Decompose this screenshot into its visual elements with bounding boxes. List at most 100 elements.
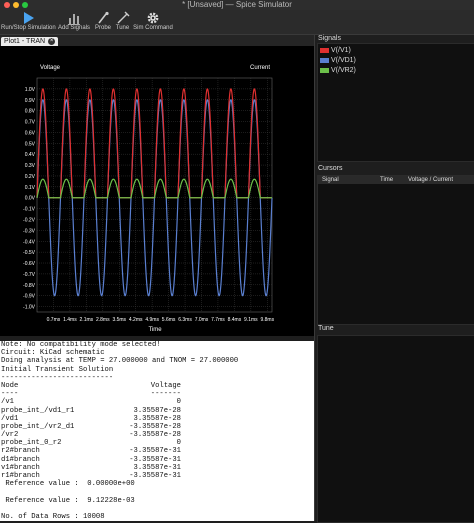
signal-color-swatch xyxy=(320,47,329,53)
right-axis-label: Current xyxy=(250,65,270,71)
signal-name: V(/VR2) xyxy=(331,67,356,74)
plot-tab-bar: Plot1 - TRAN × xyxy=(0,35,314,46)
console-node-value: 3.35587e-28 xyxy=(133,414,181,423)
cursors-panel-title: Cursors xyxy=(318,165,343,172)
cursor-col-signal[interactable]: Signal xyxy=(322,176,339,184)
play-icon xyxy=(24,12,34,24)
console-node-value: Voltage xyxy=(150,381,181,390)
x-tick-label: 9.1ms xyxy=(244,317,258,323)
sim-command-label: Sim Command xyxy=(133,25,173,31)
signals-list[interactable]: V(/V1) V(/VD1) V(/VR2) xyxy=(317,43,474,162)
y-tick-label: 0.4V xyxy=(25,152,36,158)
console-table-row: Node Voltage xyxy=(0,382,314,390)
y-tick-label: 0.0V xyxy=(25,196,36,202)
x-tick-label: 5.6ms xyxy=(162,317,176,323)
y-tick-labels: 1.0V 0.9V 0.8V 0.7V 0.6V 0.5V 0.4V 0.3V 0.2V 0.1V… xyxy=(23,87,36,311)
x-tick-label: 0.7ms xyxy=(47,317,61,323)
console-node-value: 3.35587e-31 xyxy=(133,463,181,472)
y-tick-label: -0.9V xyxy=(23,294,36,300)
x-tick-label: 7.0ms xyxy=(195,317,209,323)
toolbar: Run/Stop Simulation Add Signals Probe Tu… xyxy=(0,10,474,35)
y-tick-label: 0.6V xyxy=(25,130,36,136)
y-tick-label: -0.7V xyxy=(23,272,36,278)
console-node-value: -3.35587e-31 xyxy=(129,447,181,456)
console-node-value: 0 xyxy=(176,398,181,407)
console-node-value: -3.35587e-28 xyxy=(129,422,181,431)
signal-item-v1[interactable]: V(/V1) xyxy=(320,46,351,55)
gear-icon xyxy=(147,12,159,24)
cursor-col-time[interactable]: Time xyxy=(380,176,393,184)
sim-command-button[interactable]: Sim Command xyxy=(133,11,173,33)
x-axis-label: Time xyxy=(148,327,162,333)
x-tick-label: 2.8ms xyxy=(96,317,110,323)
run-stop-simulation-button[interactable]: Run/Stop Simulation xyxy=(1,11,56,33)
y-tick-label: 0.7V xyxy=(25,120,36,126)
console-table-row: d1#branch -3.35587e-31 xyxy=(0,456,314,464)
x-tick-label: 4.2ms xyxy=(129,317,143,323)
tune-panel-title: Tune xyxy=(318,325,334,332)
tab-label: Plot1 - TRAN xyxy=(4,38,46,45)
signal-item-vd1[interactable]: V(/VD1) xyxy=(320,56,356,65)
run-stop-label: Run/Stop Simulation xyxy=(1,25,56,31)
console-table-row: r1#branch -3.35587e-31 xyxy=(0,472,314,480)
y-tick-label: 0.1V xyxy=(25,185,36,191)
close-tab-icon[interactable]: × xyxy=(48,38,56,45)
signal-item-vr2[interactable]: V(/VR2) xyxy=(320,66,356,75)
simulation-console[interactable]: Note: No compatibility mode selected! Ci… xyxy=(0,341,314,521)
y-tick-label: -0.8V xyxy=(23,283,36,289)
y-tick-label: 0.3V xyxy=(25,163,36,169)
series-line-vv1 xyxy=(36,88,272,199)
console-line: Reference value : 9.12228e-03 xyxy=(1,496,135,505)
y-tick-label: -0.4V xyxy=(23,239,36,245)
y-tick-label: -0.5V xyxy=(23,250,36,256)
y-tick-label: -0.1V xyxy=(23,207,36,213)
console-table-row: probe_int_0_r2 0 xyxy=(0,439,314,447)
plot-area[interactable]: 1.0V 0.9V 0.8V 0.7V 0.6V 0.5V 0.4V 0.3V 0.2V 0.1V… xyxy=(0,46,314,336)
console-line: Reference value : 0.00000e+00 xyxy=(1,480,135,489)
console-node-value: -3.35587e-31 xyxy=(129,472,181,480)
cursors-table-header: Signal Time Voltage / Current xyxy=(318,176,474,184)
y-tick-label: -1.0V xyxy=(23,305,36,311)
console-line: Circuit: KiCad schematic xyxy=(1,349,105,358)
console-line: Initial Transient Solution xyxy=(1,365,114,374)
console-table-row: ---- ------- xyxy=(0,390,314,398)
x-tick-label: 8.4ms xyxy=(228,317,242,323)
y-tick-label: 1.0V xyxy=(25,87,36,93)
y-tick-label: 0.2V xyxy=(25,174,36,180)
x-tick-label: 1.4ms xyxy=(63,317,77,323)
add-signals-icon xyxy=(68,14,80,25)
signal-color-swatch xyxy=(320,67,329,73)
cursors-table[interactable]: Signal Time Voltage / Current xyxy=(317,175,474,325)
console-node-value: 0 xyxy=(176,439,181,448)
tune-button[interactable]: Tune xyxy=(114,11,131,33)
y-tick-label: -0.3V xyxy=(23,228,36,234)
console-table-row: /v1 0 xyxy=(0,398,314,406)
probe-label: Probe xyxy=(94,25,111,31)
console-node-value: ------- xyxy=(150,390,181,399)
signal-name: V(/V1) xyxy=(331,47,351,54)
window-title: * [Unsaved] — Spice Simulator xyxy=(182,0,292,9)
cursor-col-voltage-current[interactable]: Voltage / Current xyxy=(408,176,453,184)
tab-plot1-tran[interactable]: Plot1 - TRAN × xyxy=(1,37,59,46)
x-tick-label: 7.7ms xyxy=(211,317,225,323)
console-table-row: probe_int_/vd1_r1 3.35587e-28 xyxy=(0,407,314,415)
console-node-value: 3.35587e-28 xyxy=(133,406,181,415)
y-tick-label: -0.2V xyxy=(23,217,36,223)
transient-plot[interactable]: 1.0V 0.9V 0.8V 0.7V 0.6V 0.5V 0.4V 0.3V 0.2V 0.1V… xyxy=(0,46,314,336)
console-table-row: /vr2 -3.35587e-28 xyxy=(0,431,314,439)
console-node-value: -3.35587e-31 xyxy=(129,455,181,464)
left-axis-label: Voltage xyxy=(40,65,61,71)
probe-button[interactable]: Probe xyxy=(93,11,113,33)
signal-color-swatch xyxy=(320,57,329,63)
x-tick-labels: 0.7ms 1.4ms 2.1ms 2.8ms 3.5ms 4.2ms 4.9ms 5.6ms… xyxy=(47,317,275,323)
x-tick-label: 9.8ms xyxy=(260,317,274,323)
x-tick-label: 3.5ms xyxy=(112,317,126,323)
console-node-table: Node Voltage ---- -------/v1 0 probe_int_/vd1… xyxy=(0,382,314,480)
console-table-row: probe_int_/vr2_d1 -3.35587e-28 xyxy=(0,423,314,431)
tune-panel[interactable] xyxy=(317,335,474,523)
x-tick-label: 2.1ms xyxy=(80,317,94,323)
y-tick-label: 0.9V xyxy=(25,98,36,104)
add-signals-button[interactable]: Add Signals xyxy=(58,11,90,33)
